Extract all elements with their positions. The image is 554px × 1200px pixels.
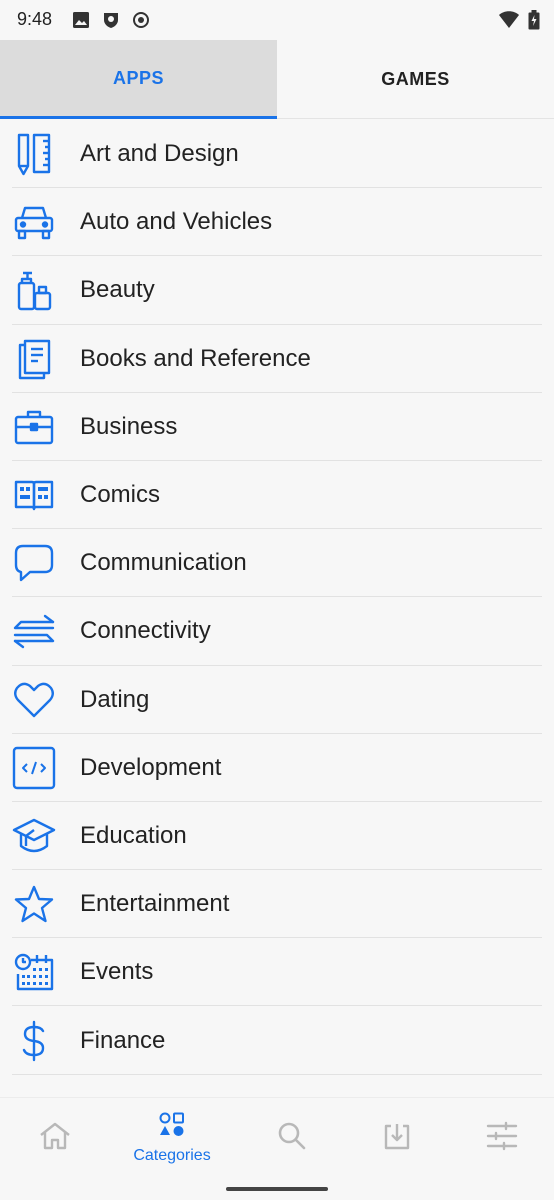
cosmetics-icon — [10, 266, 58, 314]
heart-icon — [10, 676, 58, 724]
category-label: Dating — [80, 685, 150, 713]
category-label: Business — [80, 412, 178, 440]
dollar-icon — [10, 1017, 58, 1065]
category-label: Auto and Vehicles — [80, 208, 273, 236]
category-label: Books and Reference — [80, 344, 311, 372]
list-item[interactable]: Events — [0, 938, 554, 1007]
list-item[interactable]: Comics — [0, 461, 554, 530]
category-label: Art and Design — [80, 140, 239, 168]
category-label: Comics — [80, 481, 161, 509]
category-label: Development — [80, 753, 222, 781]
nav-categories-label: Categories — [133, 1146, 211, 1164]
list-item[interactable]: Beauty — [0, 256, 554, 325]
list-item[interactable]: Books and Reference — [0, 325, 554, 393]
category-label: Communication — [80, 549, 247, 577]
search-icon — [277, 1121, 307, 1156]
car-icon — [10, 198, 58, 246]
book-icon — [10, 335, 58, 383]
category-label: Beauty — [80, 276, 155, 304]
home-icon — [39, 1121, 71, 1156]
record-icon — [132, 11, 150, 34]
tab-apps[interactable]: APPS — [0, 40, 277, 119]
tab-games[interactable]: GAMES — [277, 40, 554, 119]
star-icon — [10, 880, 58, 928]
comic-icon — [10, 471, 58, 519]
home-indicator[interactable] — [226, 1187, 328, 1191]
list-item[interactable]: Entertainment — [0, 870, 554, 939]
list-item[interactable]: Art and Design — [0, 120, 554, 189]
category-label: Entertainment — [80, 890, 230, 918]
wifi-icon — [498, 10, 520, 35]
shield-icon — [102, 11, 120, 34]
calendar-clock-icon — [10, 948, 58, 996]
nav-categories[interactable]: Categories — [117, 1098, 227, 1178]
status-time: 9:48 — [17, 9, 53, 29]
category-label: Connectivity — [80, 617, 211, 645]
list-item[interactable]: Development — [0, 734, 554, 803]
status-icons-left — [72, 11, 150, 34]
sliders-icon — [486, 1121, 518, 1156]
list-item[interactable]: Education — [0, 802, 554, 871]
list-item[interactable]: Auto and Vehicles — [0, 188, 554, 257]
nav-search[interactable] — [237, 1098, 347, 1178]
nav-settings[interactable] — [447, 1098, 554, 1178]
partial-category-icon — [10, 1085, 58, 1097]
list-item[interactable]: Connectivity — [0, 597, 554, 666]
download-icon — [383, 1121, 411, 1156]
category-label: Finance — [80, 1026, 166, 1054]
graduation-cap-icon — [10, 812, 58, 860]
briefcase-icon — [10, 403, 58, 451]
category-label: Events — [80, 958, 154, 986]
nav-home[interactable] — [0, 1098, 110, 1178]
category-tabs: APPS GAMES — [0, 40, 554, 119]
status-icons-right — [498, 10, 540, 35]
chat-bubble-icon — [10, 539, 58, 587]
list-item[interactable]: Finance — [0, 1006, 554, 1075]
list-item[interactable]: Communication — [0, 529, 554, 598]
image-icon — [72, 11, 90, 34]
nav-downloads[interactable] — [342, 1098, 452, 1178]
status-bar: 9:48 — [0, 0, 554, 40]
list-item[interactable]: Dating — [0, 666, 554, 734]
battery-icon — [528, 10, 540, 35]
arrows-exchange-icon — [10, 607, 58, 655]
code-icon — [10, 744, 58, 792]
list-item-partial[interactable] — [0, 1075, 554, 1097]
bottom-navigation: Categories — [0, 1097, 554, 1200]
ruler-pencil-icon — [10, 130, 58, 178]
list-item[interactable]: Business — [0, 393, 554, 462]
category-label: Education — [80, 821, 187, 849]
category-list[interactable]: Art and Design Auto and Vehicles Beauty — [0, 120, 554, 1097]
categories-icon — [159, 1112, 185, 1143]
